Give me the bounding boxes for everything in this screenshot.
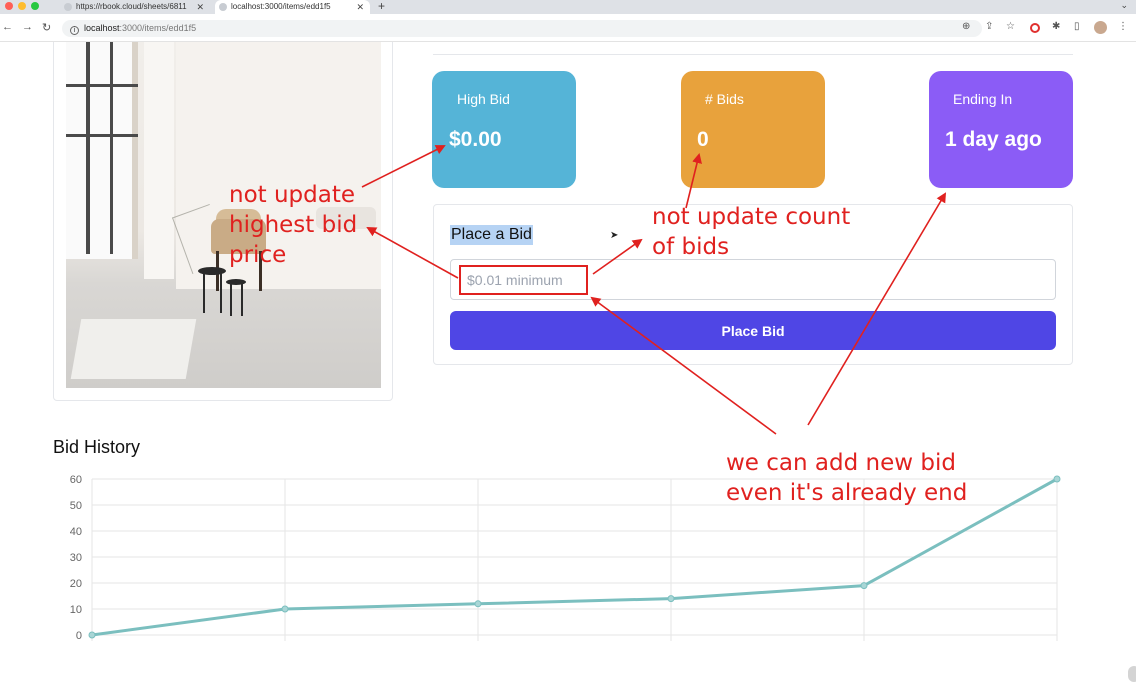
browser-tab-rbook[interactable]: https://rbook.cloud/sheets/6811 ✕ (60, 0, 210, 14)
high-bid-value: $0.00 (449, 128, 502, 151)
zoom-icon[interactable]: ⊕ (962, 21, 970, 32)
tab-search-chevron-icon[interactable]: ⌄ (1120, 0, 1128, 11)
new-tab-icon[interactable]: + (378, 0, 385, 13)
extensions-puzzle-icon[interactable]: ✱ (1052, 21, 1060, 32)
bid-count-card: # Bids 0 (681, 71, 825, 188)
reload-icon[interactable]: ↻ (42, 21, 51, 34)
item-page: High Bid $0.00 # Bids 0 Ending In 1 day … (0, 42, 1136, 682)
side-panel-icon[interactable]: ▯ (1074, 21, 1080, 32)
data-point (667, 595, 675, 603)
place-bid-panel: Place a Bid Place Bid (433, 204, 1073, 365)
window-close-dot[interactable] (5, 2, 13, 10)
y-tick-label: 0 (76, 630, 82, 642)
high-bid-card: High Bid $0.00 (432, 71, 576, 188)
place-bid-heading: Place a Bid (450, 225, 533, 245)
profile-avatar[interactable] (1094, 21, 1107, 34)
browser-tab-localhost[interactable]: localhost:3000/items/edd1f5 ✕ (215, 0, 370, 14)
bid-history-chart: 0 10 20 30 40 50 60 (70, 474, 1061, 642)
y-tick-label: 10 (70, 604, 82, 616)
window-zoom-dot[interactable] (31, 2, 39, 10)
ending-in-label: Ending In (953, 91, 1013, 107)
tab-title: localhost:3000/items/edd1f5 (231, 2, 331, 11)
y-tick-label: 40 (70, 526, 82, 538)
place-bid-button[interactable]: Place Bid (450, 311, 1056, 350)
ending-in-card: Ending In 1 day ago (929, 71, 1073, 188)
tab-close-icon[interactable]: ✕ (196, 0, 204, 14)
url-host: localhost (84, 23, 120, 33)
window-minimize-dot[interactable] (18, 2, 26, 10)
divider (433, 54, 1073, 55)
tab-close-icon[interactable]: ✕ (356, 0, 364, 14)
opera-extension-icon[interactable] (1030, 23, 1040, 33)
item-photo (66, 42, 381, 388)
scroll-handle[interactable] (1128, 666, 1136, 682)
back-arrow-icon[interactable]: ← (2, 21, 13, 33)
tab-title: https://rbook.cloud/sheets/6811 (76, 2, 187, 11)
data-point (88, 631, 96, 639)
data-point (474, 600, 482, 608)
bookmark-star-icon[interactable]: ☆ (1006, 21, 1015, 32)
data-point (281, 605, 289, 613)
tab-favicon-icon (219, 3, 227, 11)
site-info-icon[interactable]: i (70, 26, 79, 35)
url-path: :3000/items/edd1f5 (119, 23, 197, 33)
item-photo-card (53, 42, 393, 401)
y-tick-label: 20 (70, 578, 82, 590)
y-tick-label: 60 (70, 474, 82, 486)
tab-favicon-icon (64, 3, 72, 11)
y-tick-label: 50 (70, 500, 82, 512)
data-point (860, 582, 868, 590)
ending-in-value: 1 day ago (945, 128, 1042, 151)
forward-arrow-icon[interactable]: → (22, 21, 33, 33)
high-bid-label: High Bid (457, 91, 510, 107)
bid-history-heading: Bid History (53, 437, 141, 457)
share-icon[interactable]: ⇪ (985, 21, 993, 32)
data-point (1053, 475, 1061, 483)
y-tick-label: 30 (70, 552, 82, 564)
address-bar[interactable]: i localhost:3000/items/edd1f5 (62, 20, 982, 37)
bid-amount-input[interactable] (450, 259, 1056, 300)
browser-menu-icon[interactable]: ⋮ (1118, 21, 1128, 32)
browser-tab-strip: https://rbook.cloud/sheets/6811 ✕ localh… (0, 0, 1136, 14)
browser-toolbar: ← → ↻ i localhost:3000/items/edd1f5 ⊕ ⇪ ☆… (0, 14, 1136, 42)
bid-count-value: 0 (697, 128, 709, 151)
bid-count-label: # Bids (705, 91, 744, 107)
